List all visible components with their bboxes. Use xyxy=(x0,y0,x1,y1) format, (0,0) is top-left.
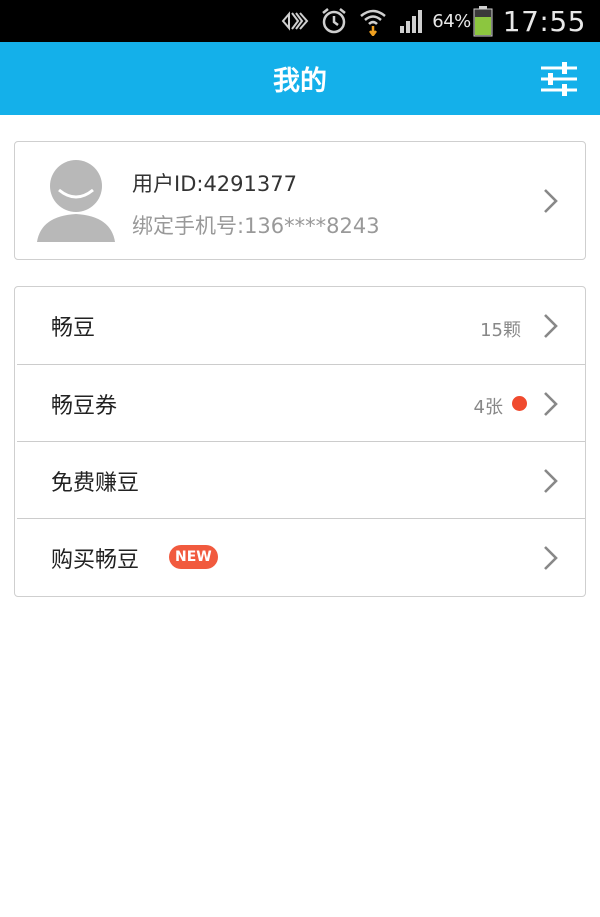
menu-item-changdou[interactable]: 畅豆 15颗 xyxy=(15,287,585,364)
avatar xyxy=(37,158,115,242)
battery-icon xyxy=(473,5,493,37)
status-bar: 64% 17:55 xyxy=(0,0,600,42)
menu-card: 畅豆 15颗 畅豆券 4张 免费赚豆 购买畅豆 NEW xyxy=(14,286,586,597)
menu-item-coupons[interactable]: 畅豆券 4张 xyxy=(15,365,585,442)
bound-phone: 绑定手机号:136****8243 xyxy=(132,214,380,238)
chevron-right-icon xyxy=(544,546,558,570)
chevron-right-icon xyxy=(544,314,558,338)
chevron-right-icon xyxy=(544,392,558,416)
menu-item-buy[interactable]: 购买畅豆 NEW xyxy=(15,519,585,596)
nfc-icon xyxy=(280,10,310,32)
menu-item-label: 畅豆券 xyxy=(51,393,118,419)
notification-dot xyxy=(512,396,527,411)
changdou-count: 15颗 xyxy=(480,320,521,341)
signal-icon xyxy=(398,8,426,34)
coupon-count: 4张 xyxy=(473,397,503,418)
menu-item-label: 畅豆 xyxy=(51,315,96,341)
chevron-right-icon xyxy=(544,189,558,213)
alarm-icon xyxy=(320,7,348,35)
menu-item-label: 免费赚豆 xyxy=(51,470,140,496)
menu-item-label: 购买畅豆 xyxy=(51,547,140,573)
app-header: 我的 xyxy=(0,42,600,115)
chevron-right-icon xyxy=(544,469,558,493)
default-avatar-icon xyxy=(37,160,115,242)
new-badge: NEW xyxy=(169,545,218,569)
page-title: 我的 xyxy=(273,66,327,97)
battery-percentage: 64% xyxy=(432,10,471,32)
menu-item-earn-free[interactable]: 免费赚豆 xyxy=(15,442,585,519)
user-id: 用户ID:4291377 xyxy=(132,172,297,196)
profile-card[interactable]: 用户ID:4291377 绑定手机号:136****8243 xyxy=(14,141,586,260)
sliders-icon xyxy=(541,62,577,96)
settings-button[interactable] xyxy=(538,58,580,100)
clock: 17:55 xyxy=(502,4,586,38)
wifi-icon xyxy=(358,6,388,36)
